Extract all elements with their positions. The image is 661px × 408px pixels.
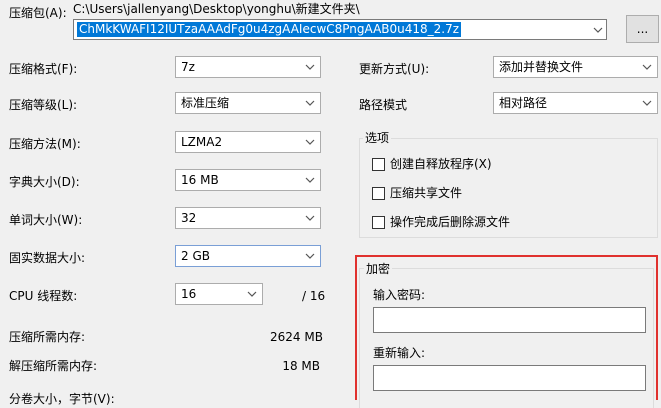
chevron-down-icon	[304, 246, 316, 266]
mem-decompress-label: 解压缩所需内存:	[9, 359, 98, 373]
mem-compress-label: 压缩所需内存:	[9, 330, 86, 344]
pathmode-label: 路径模式	[359, 98, 408, 112]
chevron-down-icon	[641, 57, 653, 77]
archive-label: 压缩包(A):	[9, 6, 67, 20]
options-title: 选项	[363, 131, 392, 145]
solid-label: 固实数据大小:	[9, 251, 86, 265]
word-value: 32	[181, 211, 197, 225]
archive-path: C:\Users\jallenyang\Desktop\yonghu\新建文件夹…	[73, 2, 360, 16]
archive-name-combo[interactable]: ChMkKWAFI12IUTzaAAAdFg0u4zgAAIecwC8PngAA…	[73, 19, 607, 40]
shared-files-label[interactable]: 压缩共享文件	[390, 186, 462, 200]
method-select[interactable]: LZMA2	[175, 131, 321, 153]
split-label: 分卷大小，字节(V):	[9, 392, 115, 406]
threads-select[interactable]: 16	[175, 283, 263, 305]
browse-button[interactable]: ...	[626, 15, 659, 43]
chevron-down-icon[interactable]	[593, 20, 603, 39]
word-select[interactable]: 32	[175, 207, 321, 229]
level-select[interactable]: 标准压缩	[175, 92, 321, 114]
chevron-down-icon	[304, 170, 316, 190]
sfx-label[interactable]: 创建自释放程序(X)	[390, 157, 492, 171]
mem-decompress-value: 18 MB	[282, 359, 320, 373]
pathmode-select[interactable]: 相对路径	[493, 92, 658, 114]
sfx-checkbox[interactable]	[372, 158, 385, 171]
update-value: 添加并替换文件	[499, 60, 584, 74]
dict-value: 16 MB	[181, 173, 219, 187]
update-label: 更新方式(U):	[359, 62, 430, 76]
mem-compress-value: 2624 MB	[270, 330, 323, 344]
delete-source-label[interactable]: 操作完成后删除源文件	[390, 215, 510, 229]
dict-select[interactable]: 16 MB	[175, 169, 321, 191]
reenter-label: 重新输入:	[373, 346, 426, 360]
method-value: LZMA2	[181, 135, 223, 149]
threads-total: / 16	[302, 289, 326, 303]
format-select[interactable]: 7z	[175, 56, 321, 78]
chevron-down-icon	[304, 208, 316, 228]
threads-label: CPU 线程数:	[9, 289, 78, 303]
password-input[interactable]	[373, 307, 646, 333]
format-label: 压缩格式(F):	[9, 62, 78, 76]
archive-name-text[interactable]: ChMkKWAFI12IUTzaAAAdFg0u4zgAAIecwC8PngAA…	[77, 22, 462, 37]
encryption-title: 加密	[364, 262, 393, 276]
delete-source-checkbox[interactable]	[372, 216, 385, 229]
dict-label: 字典大小(D):	[9, 175, 80, 189]
chevron-down-icon	[304, 57, 316, 77]
chevron-down-icon	[304, 132, 316, 152]
method-label: 压缩方法(M):	[9, 137, 81, 151]
update-select[interactable]: 添加并替换文件	[493, 56, 658, 78]
solid-select[interactable]: 2 GB	[175, 245, 321, 267]
pathmode-value: 相对路径	[499, 96, 548, 110]
chevron-down-icon	[641, 93, 653, 113]
format-value: 7z	[181, 60, 195, 74]
shared-files-checkbox[interactable]	[372, 187, 385, 200]
chevron-down-icon	[304, 93, 316, 113]
threads-value: 16	[181, 287, 197, 301]
reenter-password-input[interactable]	[373, 365, 646, 391]
level-label: 压缩等级(L):	[9, 98, 78, 112]
chevron-down-icon	[246, 284, 258, 304]
level-value: 标准压缩	[181, 96, 230, 110]
word-label: 单词大小(W):	[9, 213, 83, 227]
password-label: 输入密码:	[373, 288, 426, 302]
solid-value: 2 GB	[181, 249, 210, 263]
